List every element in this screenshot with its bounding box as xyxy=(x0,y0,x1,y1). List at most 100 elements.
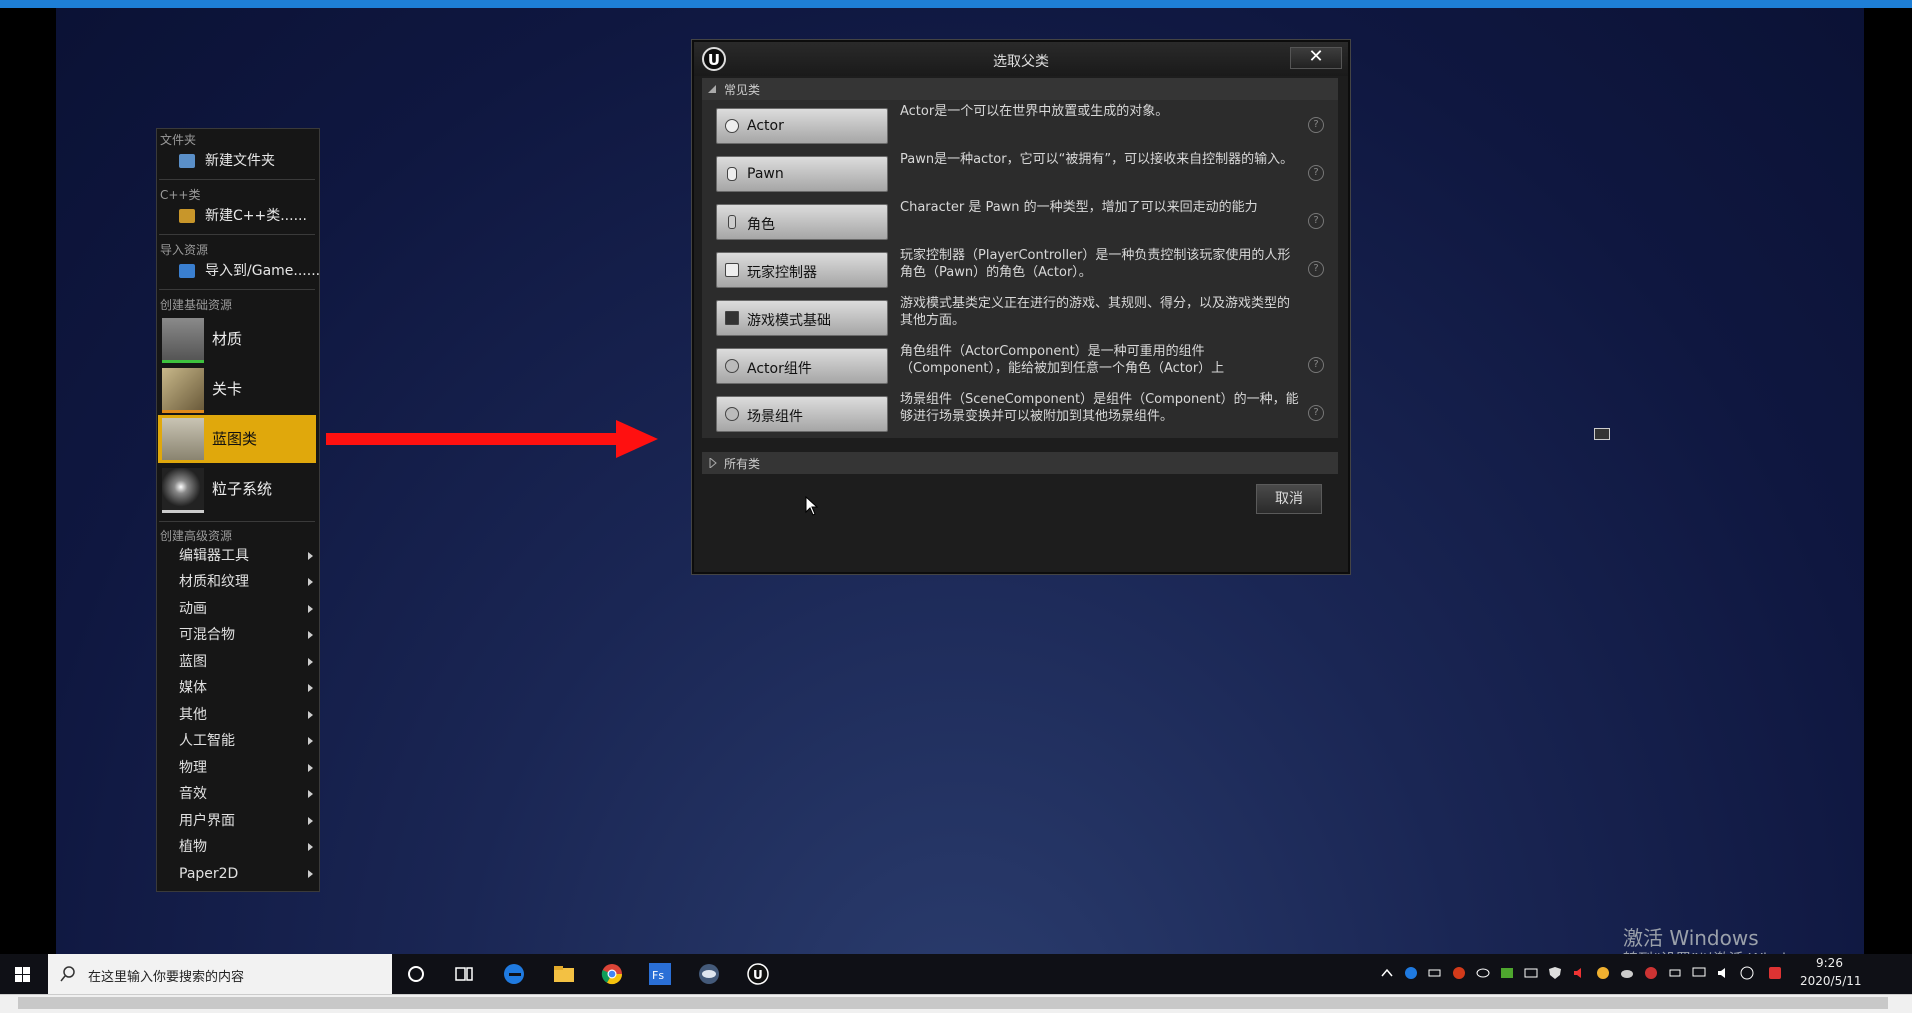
help-icon[interactable]: ? xyxy=(1308,405,1324,421)
antivirus-icon[interactable] xyxy=(1644,966,1658,980)
chrome-icon[interactable] xyxy=(600,962,624,986)
class-row-actor-component: Actor组件 角色组件（ActorComponent）是一种可重用的组件（Co… xyxy=(702,342,1338,390)
submenu-foliage[interactable]: 植物 xyxy=(157,834,317,860)
submenu-sounds[interactable]: 音效 xyxy=(157,781,317,807)
submenu-blueprints[interactable]: 蓝图 xyxy=(157,649,317,675)
actor-icon xyxy=(725,119,739,133)
help-icon[interactable]: ? xyxy=(1308,261,1324,277)
submenu-label: 其他 xyxy=(179,707,207,723)
taskbar-search-box[interactable]: 在这里输入你要搜索的内容 xyxy=(48,954,392,994)
class-button-label: 玩家控制器 xyxy=(747,265,817,281)
section-header-advanced: 创建高级资源 xyxy=(160,529,233,543)
volume-icon[interactable] xyxy=(1716,966,1730,980)
menu-item-blueprint-class[interactable]: 蓝图类 xyxy=(158,415,316,463)
svg-text:Fs: Fs xyxy=(652,969,664,982)
shield-icon[interactable] xyxy=(1548,966,1562,980)
submenu-editor-tools[interactable]: 编辑器工具 xyxy=(157,543,317,569)
file-explorer-icon[interactable] xyxy=(552,962,576,986)
submenu-user-interface[interactable]: 用户界面 xyxy=(157,808,317,834)
class-button-label: Actor组件 xyxy=(747,361,812,377)
cancel-button[interactable]: 取消 xyxy=(1256,484,1322,514)
menu-item-new-cpp-class[interactable]: 新建C++类...... xyxy=(157,204,317,228)
fs-icon[interactable]: Fs xyxy=(648,962,672,986)
vr-icon[interactable] xyxy=(697,962,721,986)
keyboard-icon[interactable] xyxy=(1524,966,1538,980)
clock-time[interactable]: 9:26 xyxy=(1816,956,1843,970)
class-row-pawn: Pawn Pawn是一种actor，它可以“被拥有”，可以接收来自控制器的输入。… xyxy=(702,150,1338,198)
class-button-game-mode-base[interactable]: 游戏模式基础 xyxy=(716,300,888,336)
all-classes-header[interactable]: 所有类 xyxy=(702,452,1338,474)
close-button[interactable]: ✕ xyxy=(1290,47,1342,69)
class-button-pawn[interactable]: Pawn xyxy=(716,156,888,192)
speaker-muted-icon[interactable] xyxy=(1572,966,1586,980)
class-description: Pawn是一种actor，它可以“被拥有”，可以接收来自控制器的输入。 xyxy=(900,152,1294,167)
menu-item-particle-system[interactable]: 粒子系统 xyxy=(158,465,316,513)
character-icon xyxy=(728,215,736,229)
section-header-basic: 创建基础资源 xyxy=(160,298,233,312)
menu-separator xyxy=(159,289,315,290)
palette-icon[interactable] xyxy=(1596,966,1610,980)
menu-item-material[interactable]: 材质 xyxy=(158,315,316,363)
menu-item-new-folder[interactable]: 新建文件夹 xyxy=(157,149,317,173)
submenu-physics[interactable]: 物理 xyxy=(157,755,317,781)
submenu-blendables[interactable]: 可混合物 xyxy=(157,622,317,648)
menu-item-import[interactable]: 导入到/Game...... xyxy=(157,259,320,283)
blueprint-thumbnail-icon xyxy=(162,418,204,460)
class-button-character[interactable]: 角色 xyxy=(716,204,888,240)
submenu-label: 物理 xyxy=(179,760,207,776)
class-button-scene-component[interactable]: 场景组件 xyxy=(716,396,888,432)
chevron-right-icon xyxy=(308,552,313,560)
edge-icon[interactable] xyxy=(502,962,526,986)
class-row-actor: Actor Actor是一个可以在世界中放置或生成的对象。 ? xyxy=(702,102,1338,150)
clock-date[interactable]: 2020/5/11 xyxy=(1800,974,1862,988)
menu-item-level[interactable]: 关卡 xyxy=(158,365,316,413)
submenu-media[interactable]: 媒体 xyxy=(157,675,317,701)
link-icon[interactable] xyxy=(1476,966,1490,980)
menu-separator xyxy=(159,234,315,235)
class-button-player-controller[interactable]: 玩家控制器 xyxy=(716,252,888,288)
submenu-animation[interactable]: 动画 xyxy=(157,596,317,622)
class-button-actor-component[interactable]: Actor组件 xyxy=(716,348,888,384)
battery-icon[interactable] xyxy=(1428,966,1442,980)
help-icon[interactable]: ? xyxy=(1308,357,1324,373)
input-method-icon[interactable] xyxy=(1768,966,1782,980)
bluetooth-icon[interactable] xyxy=(1404,966,1418,980)
section-header-folder: 文件夹 xyxy=(160,133,197,147)
help-icon[interactable]: ? xyxy=(1308,165,1324,181)
nvidia-icon[interactable] xyxy=(1500,966,1514,980)
submenu-paper2d[interactable]: Paper2D xyxy=(157,861,317,887)
usb-icon[interactable] xyxy=(1668,966,1682,980)
common-classes-header[interactable]: 常见类 xyxy=(702,78,1338,100)
record-icon[interactable] xyxy=(1452,966,1466,980)
chevron-right-icon xyxy=(308,843,313,851)
common-classes-panel: 常见类 Actor Actor是一个可以在世界中放置或生成的对象。 ? Pawn… xyxy=(702,78,1338,438)
start-button[interactable] xyxy=(0,954,46,994)
chevron-up-icon[interactable] xyxy=(1380,966,1394,980)
category-label: 所有类 xyxy=(724,457,761,471)
dialog-titlebar: U 选取父类 ✕ xyxy=(694,42,1348,76)
cpp-class-icon xyxy=(179,209,195,223)
scrollbar-thumb[interactable] xyxy=(18,997,1888,1009)
cortana-icon[interactable] xyxy=(404,962,428,986)
task-view-icon[interactable] xyxy=(452,962,476,986)
submenu-label: 编辑器工具 xyxy=(179,548,249,564)
horizontal-scrollbar[interactable] xyxy=(0,994,1912,1013)
chevron-right-icon xyxy=(308,764,313,772)
chevron-right-icon xyxy=(308,684,313,692)
close-circle-icon[interactable] xyxy=(1740,966,1754,980)
submenu-misc[interactable]: 其他 xyxy=(157,702,317,728)
cloud-icon[interactable] xyxy=(1620,966,1634,980)
expand-triangle-icon xyxy=(709,458,717,468)
submenu-materials-textures[interactable]: 材质和纹理 xyxy=(157,569,317,595)
class-button-actor[interactable]: Actor xyxy=(716,108,888,144)
floating-device-icon xyxy=(1594,428,1610,440)
class-button-label: 游戏模式基础 xyxy=(747,313,831,329)
unreal-icon[interactable]: U xyxy=(746,962,770,986)
submenu-ai[interactable]: 人工智能 xyxy=(157,728,317,754)
class-button-label: 角色 xyxy=(747,217,775,233)
red-arrow-annotation xyxy=(326,420,658,458)
network-icon[interactable] xyxy=(1692,966,1706,980)
arrow-head xyxy=(616,420,658,458)
help-icon[interactable]: ? xyxy=(1308,213,1324,229)
help-icon[interactable]: ? xyxy=(1308,117,1324,133)
